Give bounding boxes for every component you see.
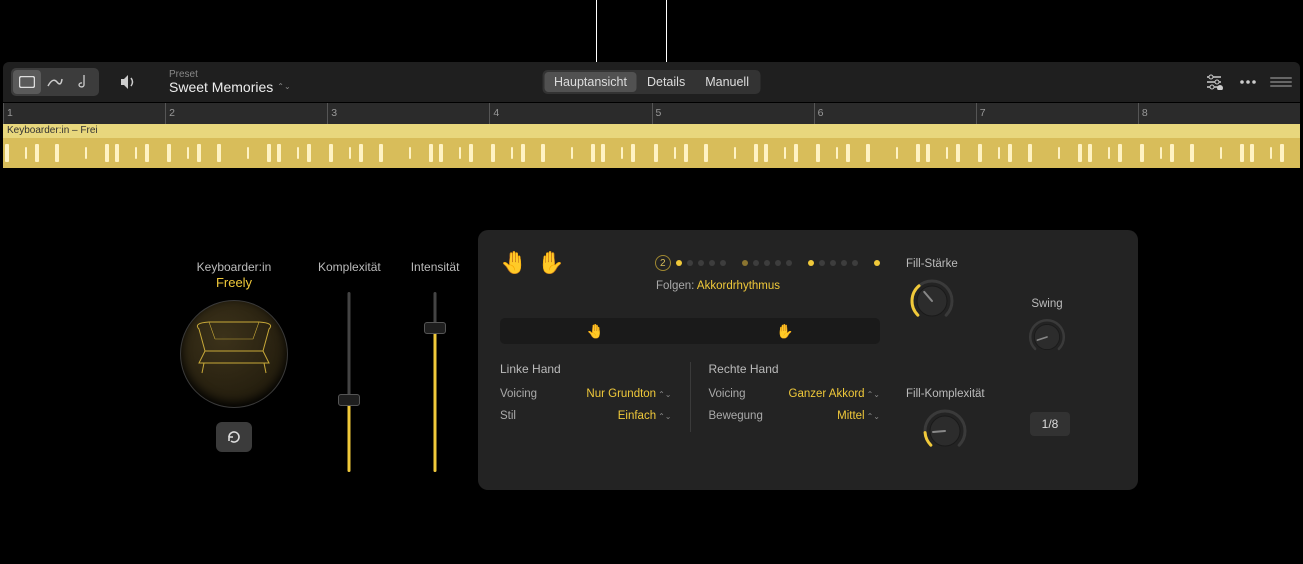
beat-dot[interactable] (874, 260, 880, 266)
bar-marker: 8 (1138, 103, 1148, 124)
player-name: Freely (180, 275, 288, 290)
region-content (3, 138, 1300, 168)
beat-dot[interactable] (687, 260, 693, 266)
beat-dot[interactable] (676, 260, 682, 266)
right-hand-icon: ✋ (776, 323, 793, 340)
region-name: Keyboarder:in – Frei (3, 124, 1300, 138)
left-style-field[interactable]: Stil Einfach⌃⌄ (500, 410, 672, 422)
midi-region[interactable]: Keyboarder:in – Frei (3, 124, 1300, 168)
complexity-label: Komplexität (318, 260, 381, 274)
region-view-button[interactable] (13, 70, 41, 94)
swing-value[interactable]: 1/8 (1030, 412, 1070, 436)
beat-dot[interactable] (830, 260, 836, 266)
left-hand-title: Linke Hand (500, 362, 672, 376)
beat-pattern[interactable]: 2 (655, 255, 880, 271)
regenerate-button[interactable] (216, 422, 252, 452)
beat-dot[interactable] (753, 260, 759, 266)
bar-marker: 2 (165, 103, 175, 124)
beat-dot[interactable] (720, 260, 726, 266)
fill-complexity-knob[interactable] (920, 406, 970, 456)
player-role-label: Keyboarder:in (180, 260, 288, 274)
right-hand-toggle[interactable]: ✋ (537, 250, 564, 276)
performance-panel: ✋ ✋ 2 Folgen: Akkordrhythmus ✋ ✋ Linke H… (478, 230, 1138, 490)
beat-count[interactable]: 2 (655, 255, 671, 271)
follow-label: Folgen: (656, 280, 694, 292)
beat-dot[interactable] (819, 260, 825, 266)
complexity-slider-group: Komplexität (318, 260, 381, 472)
left-voicing-field[interactable]: Voicing Nur Grundton⌃⌄ (500, 388, 672, 400)
follow-value[interactable]: Akkordrhythmus (697, 280, 780, 292)
chevron-updown-icon: ⌃⌄ (658, 412, 671, 421)
tab-details[interactable]: Details (637, 72, 695, 92)
beat-dot[interactable] (698, 260, 704, 266)
beat-dot[interactable] (775, 260, 781, 266)
swing-knob[interactable] (1026, 316, 1068, 358)
preset-selector[interactable]: Preset Sweet Memories⌃⌄ (169, 69, 291, 95)
more-icon[interactable] (1236, 70, 1260, 94)
right-voicing-field[interactable]: Voicing Ganzer Akkord⌃⌄ (709, 388, 881, 400)
bar-marker: 1 (3, 103, 13, 124)
chevron-updown-icon: ⌃⌄ (867, 412, 880, 421)
volume-button[interactable] (117, 70, 141, 94)
hand-split-bar[interactable]: ✋ ✋ (500, 318, 880, 344)
tab-main[interactable]: Hauptansicht (544, 72, 637, 92)
fill-amount-label: Fill-Stärke (906, 258, 958, 270)
editor-toolbar: Preset Sweet Memories⌃⌄ Hauptansicht Det… (3, 62, 1300, 102)
beat-dot[interactable] (808, 260, 814, 266)
right-movement-field[interactable]: Bewegung Mittel⌃⌄ (709, 410, 881, 422)
beat-dot[interactable] (841, 260, 847, 266)
editor-view-tabs: Hauptansicht Details Manuell (542, 70, 761, 94)
player-avatar[interactable] (180, 300, 288, 408)
fill-complexity-label: Fill-Komplexität (906, 388, 985, 400)
bar-ruler[interactable]: 1 2 3 4 5 6 7 8 (3, 102, 1300, 124)
chevron-updown-icon: ⌃⌄ (658, 390, 671, 399)
intensity-slider-group: Intensität (411, 260, 460, 472)
beat-dot[interactable] (852, 260, 858, 266)
bar-marker: 7 (976, 103, 986, 124)
right-hand-title: Rechte Hand (709, 362, 881, 376)
fill-amount-knob[interactable] (907, 276, 957, 326)
left-hand-toggle[interactable]: ✋ (500, 250, 527, 276)
complexity-slider[interactable] (339, 292, 359, 472)
left-hand-icon: ✋ (586, 323, 603, 340)
score-view-button[interactable] (69, 70, 97, 94)
drag-handle[interactable] (1270, 77, 1292, 87)
chevron-updown-icon: ⌃⌄ (867, 390, 880, 399)
bar-marker: 3 (327, 103, 337, 124)
beat-dot[interactable] (764, 260, 770, 266)
preset-name: Sweet Memories (169, 80, 273, 95)
intensity-label: Intensität (411, 260, 460, 274)
swing-label: Swing (1026, 298, 1068, 310)
bar-marker: 5 (652, 103, 662, 124)
view-mode-segment (11, 68, 99, 96)
beat-dot[interactable] (709, 260, 715, 266)
beat-dot[interactable] (742, 260, 748, 266)
beat-dot[interactable] (786, 260, 792, 266)
tab-manual[interactable]: Manuell (695, 72, 759, 92)
automation-view-button[interactable] (41, 70, 69, 94)
bar-marker: 6 (814, 103, 824, 124)
intensity-slider[interactable] (425, 292, 445, 472)
settings-icon[interactable] (1202, 70, 1226, 94)
chevron-updown-icon: ⌃⌄ (277, 83, 290, 92)
bar-marker: 4 (489, 103, 499, 124)
